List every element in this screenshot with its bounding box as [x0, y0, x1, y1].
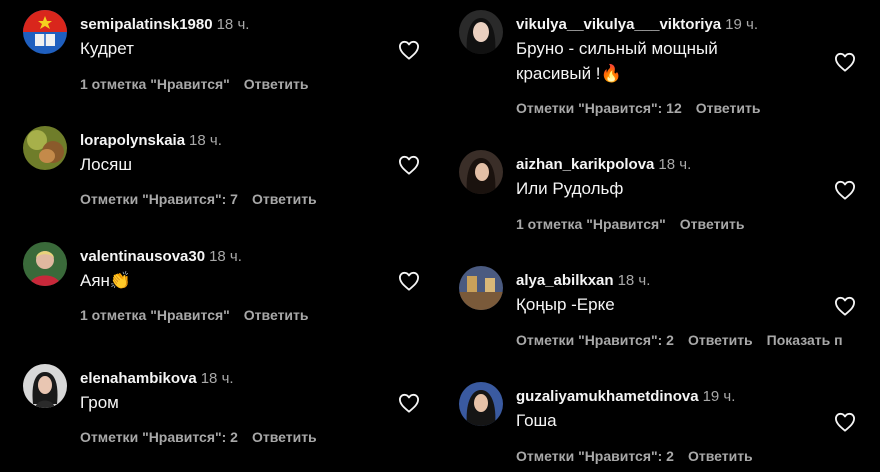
reply-button[interactable]: Ответить: [688, 448, 753, 464]
timestamp: 18 ч.: [216, 16, 250, 33]
likes-count[interactable]: Отметки "Нравится": 12: [516, 100, 682, 116]
timestamp: 18 ч.: [189, 132, 222, 149]
username[interactable]: guzaliyamukhametdinova: [516, 388, 699, 405]
likes-count[interactable]: 1 отметка "Нравится": [80, 307, 230, 323]
avatar[interactable]: [459, 150, 503, 194]
show-translation-button[interactable]: Показать п: [767, 332, 843, 348]
likes-count[interactable]: 1 отметка "Нравится": [80, 76, 230, 92]
comment-text: Гром: [80, 393, 119, 412]
username[interactable]: elenahambikova: [80, 370, 197, 387]
avatar[interactable]: [23, 126, 67, 170]
avatar[interactable]: [23, 364, 67, 408]
reply-button[interactable]: Ответить: [244, 76, 309, 92]
heart-outline-icon[interactable]: [398, 271, 420, 291]
likes-count[interactable]: Отметки "Нравится": 7: [80, 191, 238, 207]
comment-text-line: красивый !🔥: [516, 64, 622, 83]
likes-count[interactable]: Отметки "Нравится": 2: [516, 332, 674, 348]
reply-button[interactable]: Ответить: [252, 429, 317, 445]
comment-text: Или Рудольф: [516, 179, 624, 198]
heart-outline-icon[interactable]: [834, 52, 856, 72]
reply-button[interactable]: Ответить: [680, 216, 745, 232]
username[interactable]: valentinausova30: [80, 248, 205, 265]
likes-count[interactable]: 1 отметка "Нравится": [516, 216, 666, 232]
reply-button[interactable]: Ответить: [696, 100, 761, 116]
reply-button[interactable]: Ответить: [688, 332, 753, 348]
heart-outline-icon[interactable]: [398, 393, 420, 413]
username[interactable]: aizhan_karikpolova: [516, 156, 654, 173]
comment-text: Лосяш: [80, 155, 132, 174]
username[interactable]: alya_abilkxan: [516, 272, 614, 289]
likes-count[interactable]: Отметки "Нравится": 2: [516, 448, 674, 464]
comment-text: Аян👏: [80, 271, 132, 290]
username[interactable]: lorapolynskaia: [80, 132, 185, 149]
avatar[interactable]: [23, 10, 67, 54]
avatar[interactable]: [459, 382, 503, 426]
reply-button[interactable]: Ответить: [244, 307, 309, 323]
heart-outline-icon[interactable]: [398, 155, 420, 175]
heart-outline-icon[interactable]: [834, 180, 856, 200]
username[interactable]: vikulya__vikulya___viktoriya: [516, 16, 721, 33]
avatar[interactable]: [23, 242, 67, 286]
timestamp: 19 ч.: [725, 16, 758, 33]
timestamp: 19 ч.: [702, 388, 736, 405]
username[interactable]: semipalatinsk1980: [80, 16, 213, 33]
avatar[interactable]: [459, 266, 503, 310]
comment-text-line: Бруно - сильный мощный: [516, 39, 718, 58]
likes-count[interactable]: Отметки "Нравится": 2: [80, 429, 238, 445]
timestamp: 18 ч.: [209, 248, 242, 265]
avatar[interactable]: [459, 10, 503, 54]
comment-text: Қоңыр -Ерке: [516, 295, 615, 314]
heart-outline-icon[interactable]: [834, 412, 856, 432]
timestamp: 18 ч.: [617, 272, 651, 289]
timestamp: 18 ч.: [658, 156, 692, 173]
timestamp: 18 ч.: [200, 370, 234, 387]
reply-button[interactable]: Ответить: [252, 191, 317, 207]
heart-outline-icon[interactable]: [834, 296, 856, 316]
comment-text: Гоша: [516, 411, 557, 430]
heart-outline-icon[interactable]: [398, 40, 420, 60]
comment-text: Бруно - сильный мощный красивый !🔥: [516, 36, 718, 86]
comment-text: Кудрет: [80, 39, 134, 58]
